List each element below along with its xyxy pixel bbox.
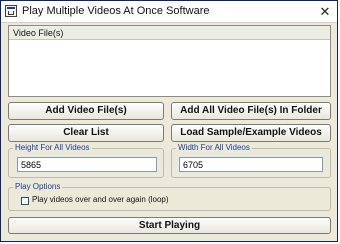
add-all-folder-button[interactable]: Add All Video File(s) In Folder <box>171 102 331 120</box>
app-window: Play Multiple Videos At Once Software ✕ … <box>0 0 338 242</box>
play-options-label: Play Options <box>13 182 63 191</box>
width-input[interactable]: 6705 <box>179 157 323 172</box>
play-options-group: Play Options Play videos over and over a… <box>8 182 331 211</box>
title-bar: Play Multiple Videos At Once Software ✕ <box>1 1 337 23</box>
start-playing-button[interactable]: Start Playing <box>8 217 331 234</box>
height-group-label: Height For All Videos <box>13 143 92 152</box>
clear-list-button[interactable]: Clear List <box>8 124 164 142</box>
height-input[interactable]: 5865 <box>17 157 157 172</box>
load-sample-button[interactable]: Load Sample/Example Videos <box>171 124 331 142</box>
app-window-icon <box>5 5 17 17</box>
close-icon[interactable]: ✕ <box>317 4 333 19</box>
width-group-label: Width For All Videos <box>176 143 252 152</box>
add-video-files-button[interactable]: Add Video File(s) <box>8 102 164 120</box>
height-group: Height For All Videos 5865 <box>8 143 164 178</box>
width-group: Width For All Videos 6705 <box>171 143 331 178</box>
list-column-header[interactable]: Video File(s) <box>9 26 330 40</box>
video-file-list[interactable]: Video File(s) <box>8 25 331 97</box>
window-title: Play Multiple Videos At Once Software <box>22 5 210 17</box>
loop-checkbox-label[interactable]: Play videos over and over again (loop) <box>32 195 169 204</box>
loop-checkbox[interactable] <box>21 197 29 205</box>
